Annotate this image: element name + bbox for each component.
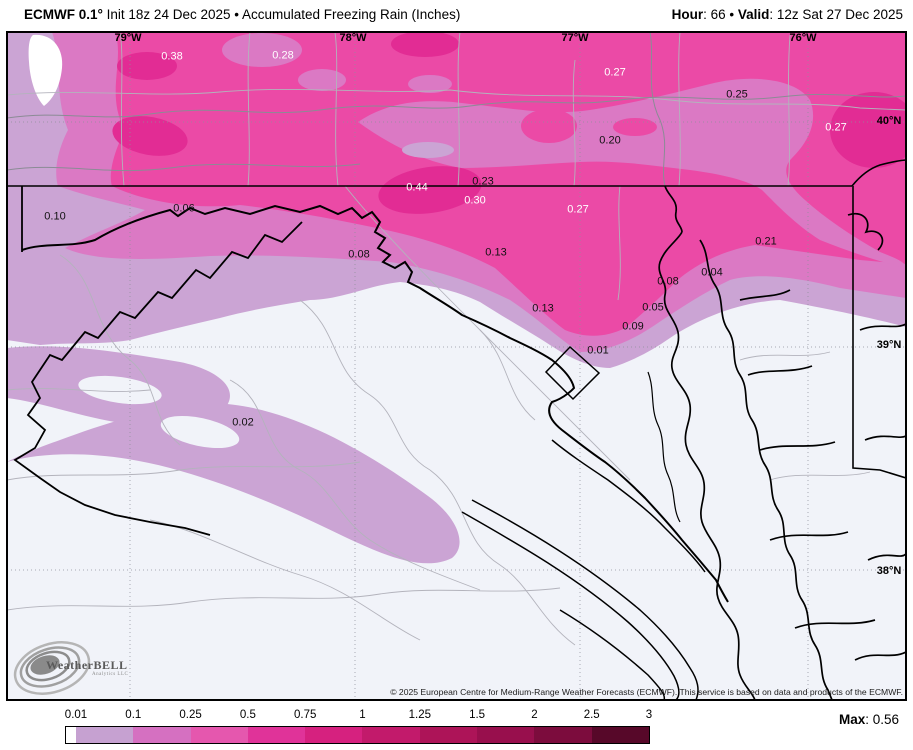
latitude-label: 39°N <box>877 339 902 351</box>
color-scale-segment <box>191 727 248 743</box>
logo-subtitle: Analytics LLC <box>92 672 128 677</box>
valid-time: Hour: 66 • Valid: 12z Sat 27 Dec 2025 <box>672 7 903 22</box>
color-scale-tick: 1.5 <box>469 709 485 721</box>
longitude-label: 78°W <box>339 32 366 44</box>
model-name: ECMWF 0.1° <box>24 7 103 22</box>
map-title: ECMWF 0.1° Init 18z 24 Dec 2025 • Accumu… <box>24 7 460 22</box>
header: ECMWF 0.1° Init 18z 24 Dec 2025 • Accumu… <box>0 0 913 31</box>
weatherbell-logo: WeatherBELL Analytics LLC <box>14 640 134 698</box>
hour-label: Hour <box>672 7 704 22</box>
max-number: : 0.56 <box>865 712 899 727</box>
color-scale-segment <box>305 727 362 743</box>
color-scale-tick: 2 <box>531 709 537 721</box>
color-scale-segment <box>362 727 419 743</box>
model-run-info: Init 18z 24 Dec 2025 • Accumulated Freez… <box>103 7 460 22</box>
weather-map-page: ECMWF 0.1° Init 18z 24 Dec 2025 • Accumu… <box>0 0 913 750</box>
color-scale-tick: 0.75 <box>294 709 316 721</box>
longitude-label: 79°W <box>114 32 141 44</box>
color-scale-tick: 2.5 <box>584 709 600 721</box>
longitude-label: 76°W <box>789 32 816 44</box>
color-scale-segment <box>534 727 591 743</box>
color-scale-segment <box>133 727 190 743</box>
color-scale-tick: 0.1 <box>125 709 141 721</box>
latitude-label: 38°N <box>877 565 902 577</box>
copyright-text: © 2025 European Centre for Medium-Range … <box>390 687 903 697</box>
contour-inner-lilac <box>402 142 454 158</box>
map-canvas <box>0 0 913 750</box>
latitude-label: 40°N <box>877 115 902 127</box>
color-scale-bar <box>66 727 649 743</box>
color-scale-segment <box>592 727 649 743</box>
color-scale-segment <box>76 727 133 743</box>
color-scale-tick: 1 <box>359 709 365 721</box>
color-scale-tick: 0.5 <box>240 709 256 721</box>
color-scale-tick: 3 <box>646 709 652 721</box>
longitude-label: 77°W <box>561 32 588 44</box>
valid-value: : 12z Sat 27 Dec 2025 <box>769 7 903 22</box>
hour-value: : 66 • <box>703 7 738 22</box>
valid-label: Valid <box>738 7 770 22</box>
logo-name: WeatherBELL <box>46 658 128 673</box>
color-scale-tick: 0.01 <box>65 709 87 721</box>
color-scale-segment <box>477 727 534 743</box>
color-scale-tick: 1.25 <box>409 709 431 721</box>
color-scale-segment <box>248 727 305 743</box>
max-label: Max <box>839 712 865 727</box>
color-scale-segment <box>420 727 477 743</box>
color-scale-segment <box>66 727 76 743</box>
color-scale-tick: 0.25 <box>179 709 201 721</box>
max-value: Max: 0.56 <box>839 712 899 727</box>
